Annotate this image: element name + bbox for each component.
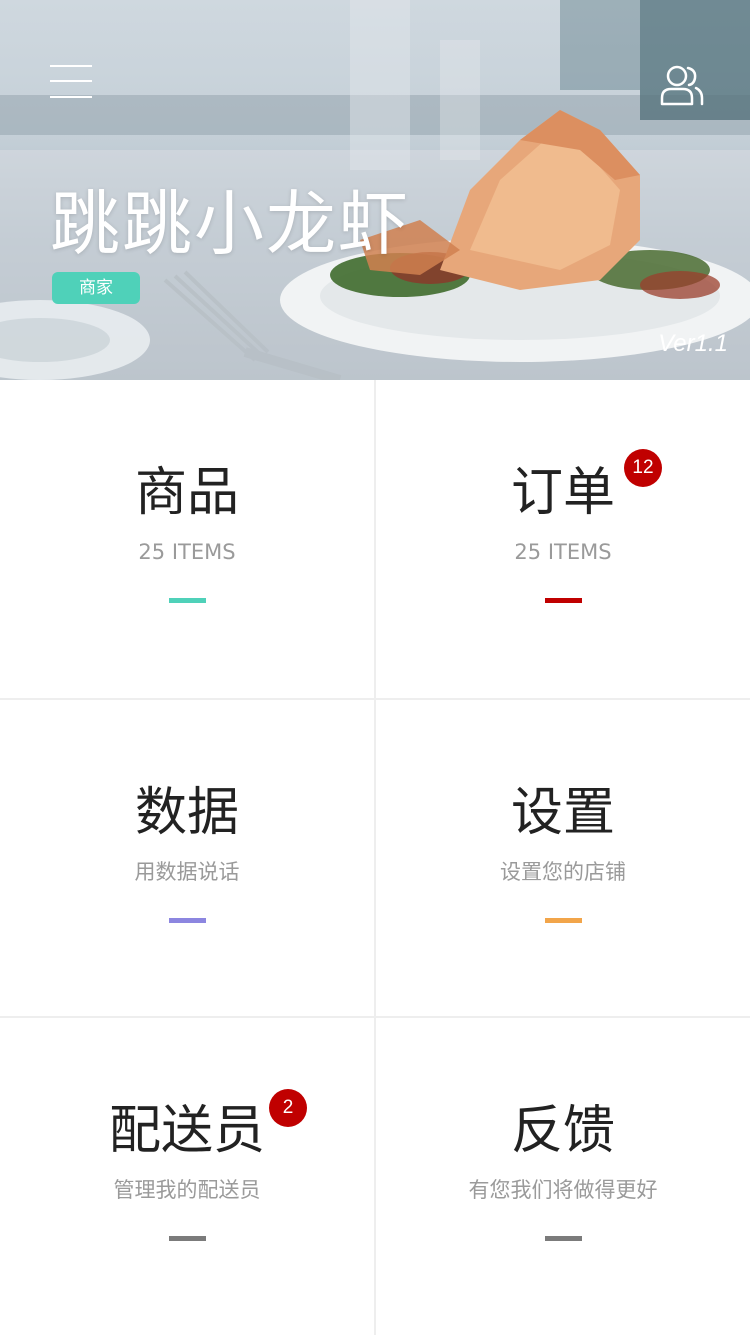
app-version: Ver1.1	[658, 330, 728, 357]
tile-title: 商品	[134, 463, 239, 523]
orders-count-badge: 12	[624, 449, 662, 487]
couriers-count-badge: 2	[269, 1089, 307, 1127]
tile-subtitle: 有您我们将做得更好	[468, 1178, 658, 1202]
grid-divider-vertical	[374, 380, 376, 1335]
tile-title: 配送员	[108, 1101, 265, 1161]
tile-title: 设置	[510, 783, 615, 843]
tile-accent-bar	[545, 598, 582, 603]
tile-title: 数据	[134, 783, 239, 843]
header-banner: 跳跳小龙虾 商家 Ver1.1	[0, 0, 750, 380]
grid-divider-horizontal	[0, 698, 750, 700]
tile-data[interactable]: 数据 用数据说话	[0, 700, 374, 1018]
role-badge: 商家	[52, 272, 140, 304]
store-name: 跳跳小龙虾	[50, 183, 410, 265]
tile-subtitle: 设置您的店铺	[500, 860, 626, 884]
grid-divider-horizontal	[0, 1016, 750, 1018]
menu-line	[50, 65, 92, 67]
tile-subtitle: 25 ITEMS	[514, 540, 612, 564]
users-icon[interactable]	[660, 64, 704, 106]
tile-subtitle: 25 ITEMS	[138, 540, 236, 564]
tile-settings[interactable]: 设置 设置您的店铺	[376, 700, 750, 1018]
tile-title: 反馈	[510, 1101, 615, 1161]
tile-subtitle: 管理我的配送员	[113, 1178, 261, 1202]
tile-orders[interactable]: 订单 25 ITEMS 12	[376, 380, 750, 698]
menu-line	[50, 96, 92, 98]
tile-title: 订单	[510, 463, 615, 523]
tile-accent-bar	[169, 1236, 206, 1241]
tile-subtitle: 用数据说话	[134, 860, 240, 884]
menu-line	[50, 80, 92, 82]
hamburger-menu-icon[interactable]	[50, 63, 92, 101]
tile-accent-bar	[545, 1236, 582, 1241]
tile-accent-bar	[169, 598, 206, 603]
tile-feedback[interactable]: 反馈 有您我们将做得更好	[376, 1018, 750, 1336]
tile-couriers[interactable]: 配送员 管理我的配送员 2	[0, 1018, 374, 1336]
tile-accent-bar	[545, 918, 582, 923]
menu-grid: 商品 25 ITEMS 订单 25 ITEMS 12 数据 用数据说话 设置 设…	[0, 380, 750, 1336]
tile-accent-bar	[169, 918, 206, 923]
tile-products[interactable]: 商品 25 ITEMS	[0, 380, 374, 698]
